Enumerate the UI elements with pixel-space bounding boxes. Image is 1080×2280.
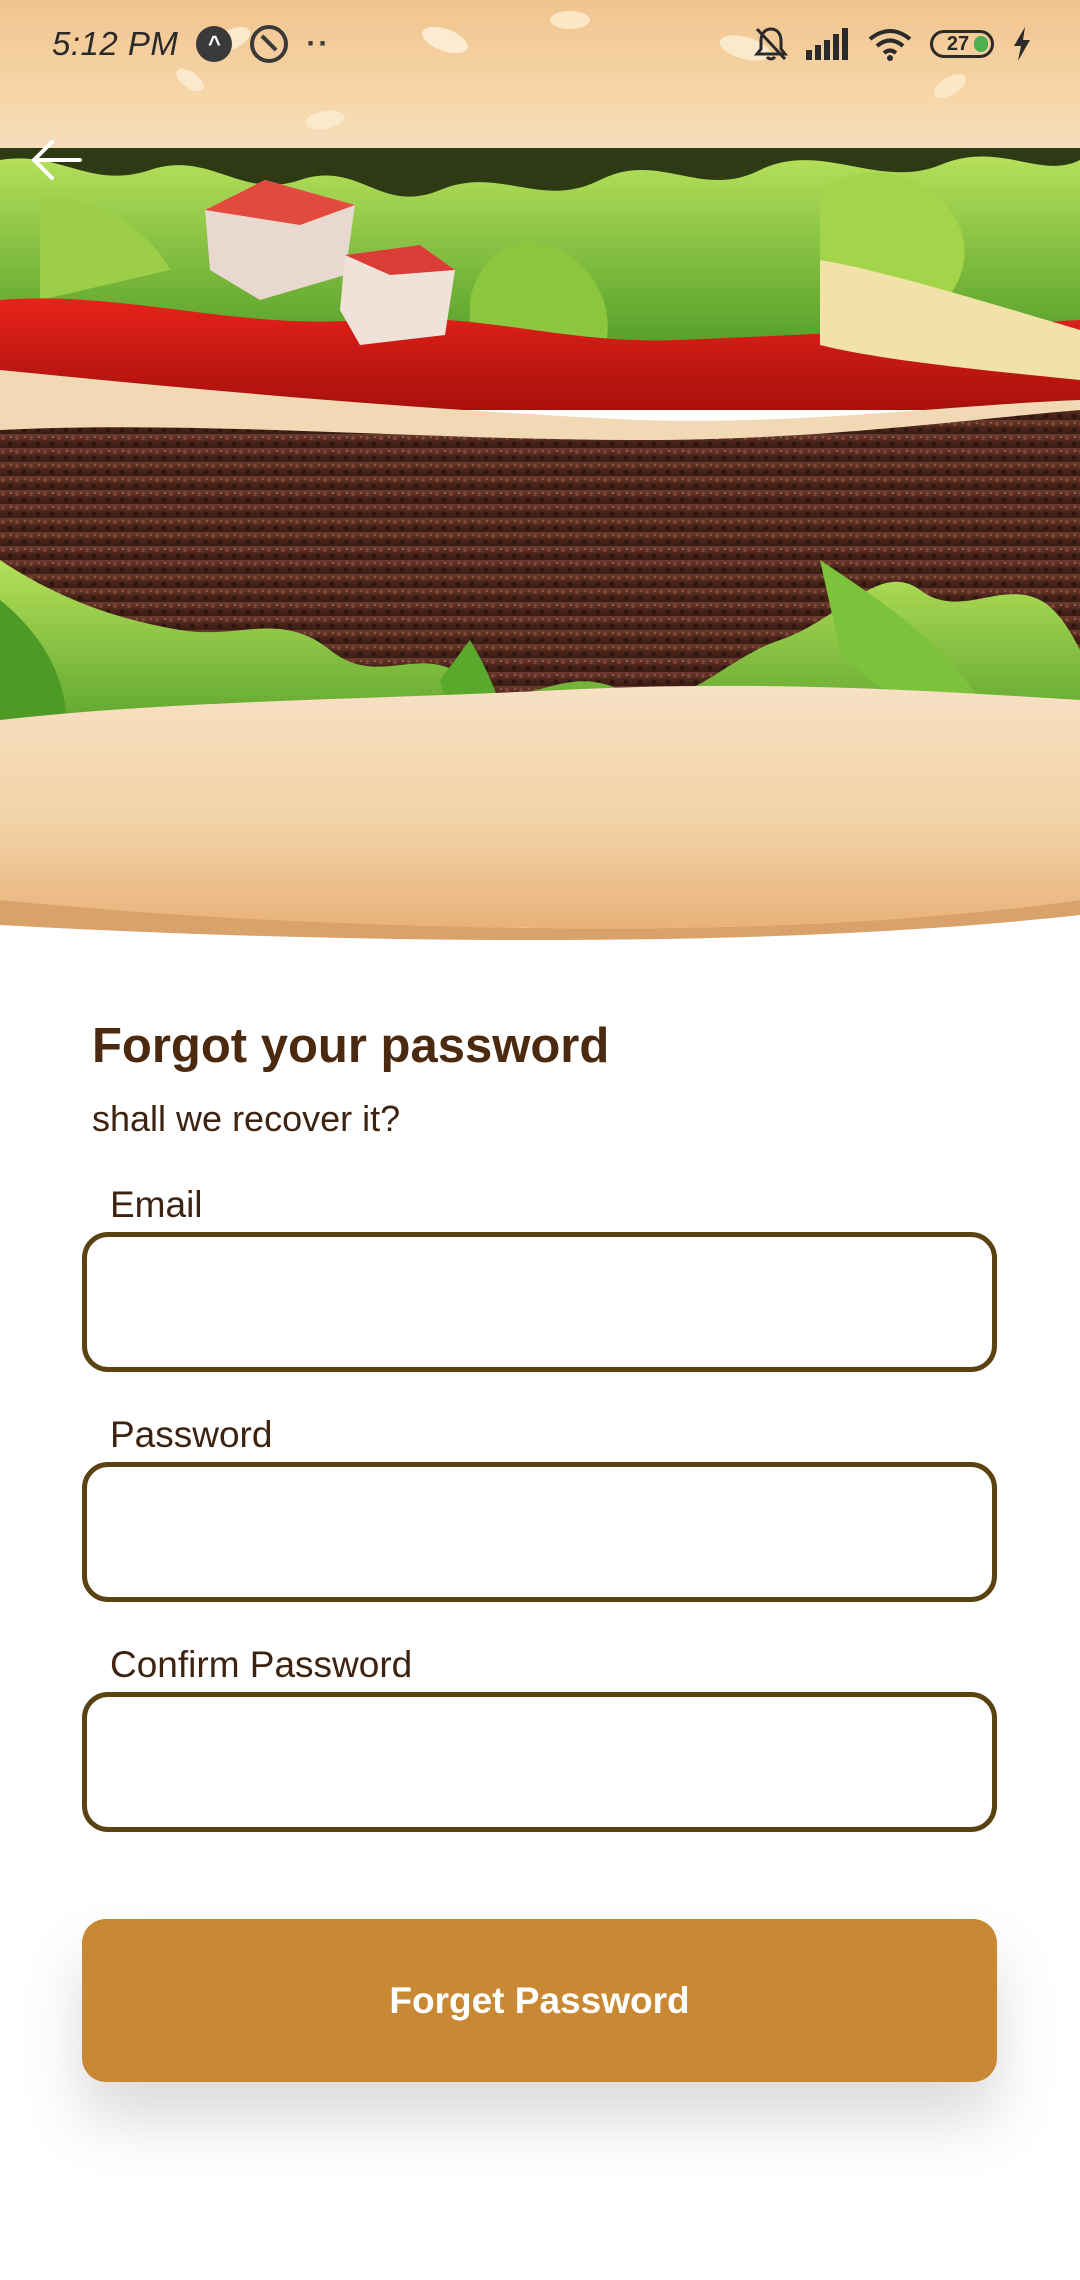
status-bar: 5:12 PM ^ ·· 27 (0, 0, 1080, 88)
status-left: 5:12 PM ^ ·· (52, 25, 330, 63)
nav-arrow-icon: ^ (196, 26, 233, 62)
status-time: 5:12 PM (52, 25, 179, 62)
burger-hero-image (0, 0, 1080, 950)
password-field[interactable] (82, 1462, 997, 1602)
confirm-password-label: Confirm Password (110, 1644, 413, 1685)
battery-icon: 27 (930, 30, 994, 58)
bell-off-icon (754, 27, 788, 61)
email-label: Email (110, 1184, 203, 1225)
wifi-icon (868, 29, 912, 61)
cellular-signal-icon (806, 28, 848, 60)
more-dots-icon: ·· (306, 27, 331, 60)
status-right: 27 (754, 26, 1032, 62)
password-label: Password (110, 1414, 273, 1455)
email-field[interactable] (82, 1232, 997, 1372)
forgot-password-screen: 5:12 PM ^ ·· 27 Forgot your password sha… (0, 0, 1080, 2280)
page-title: Forgot your password (92, 1019, 610, 1073)
battery-fill (974, 36, 988, 52)
battery-level: 27 (946, 32, 970, 55)
back-button[interactable] (28, 134, 84, 186)
page-subtitle: shall we recover it? (92, 1098, 401, 1139)
do-not-disturb-icon (250, 25, 289, 63)
arrow-left-icon (32, 140, 82, 180)
forget-password-button[interactable]: Forget Password (82, 1919, 997, 2082)
charging-icon (1014, 27, 1030, 61)
confirm-password-field[interactable] (82, 1692, 997, 1832)
